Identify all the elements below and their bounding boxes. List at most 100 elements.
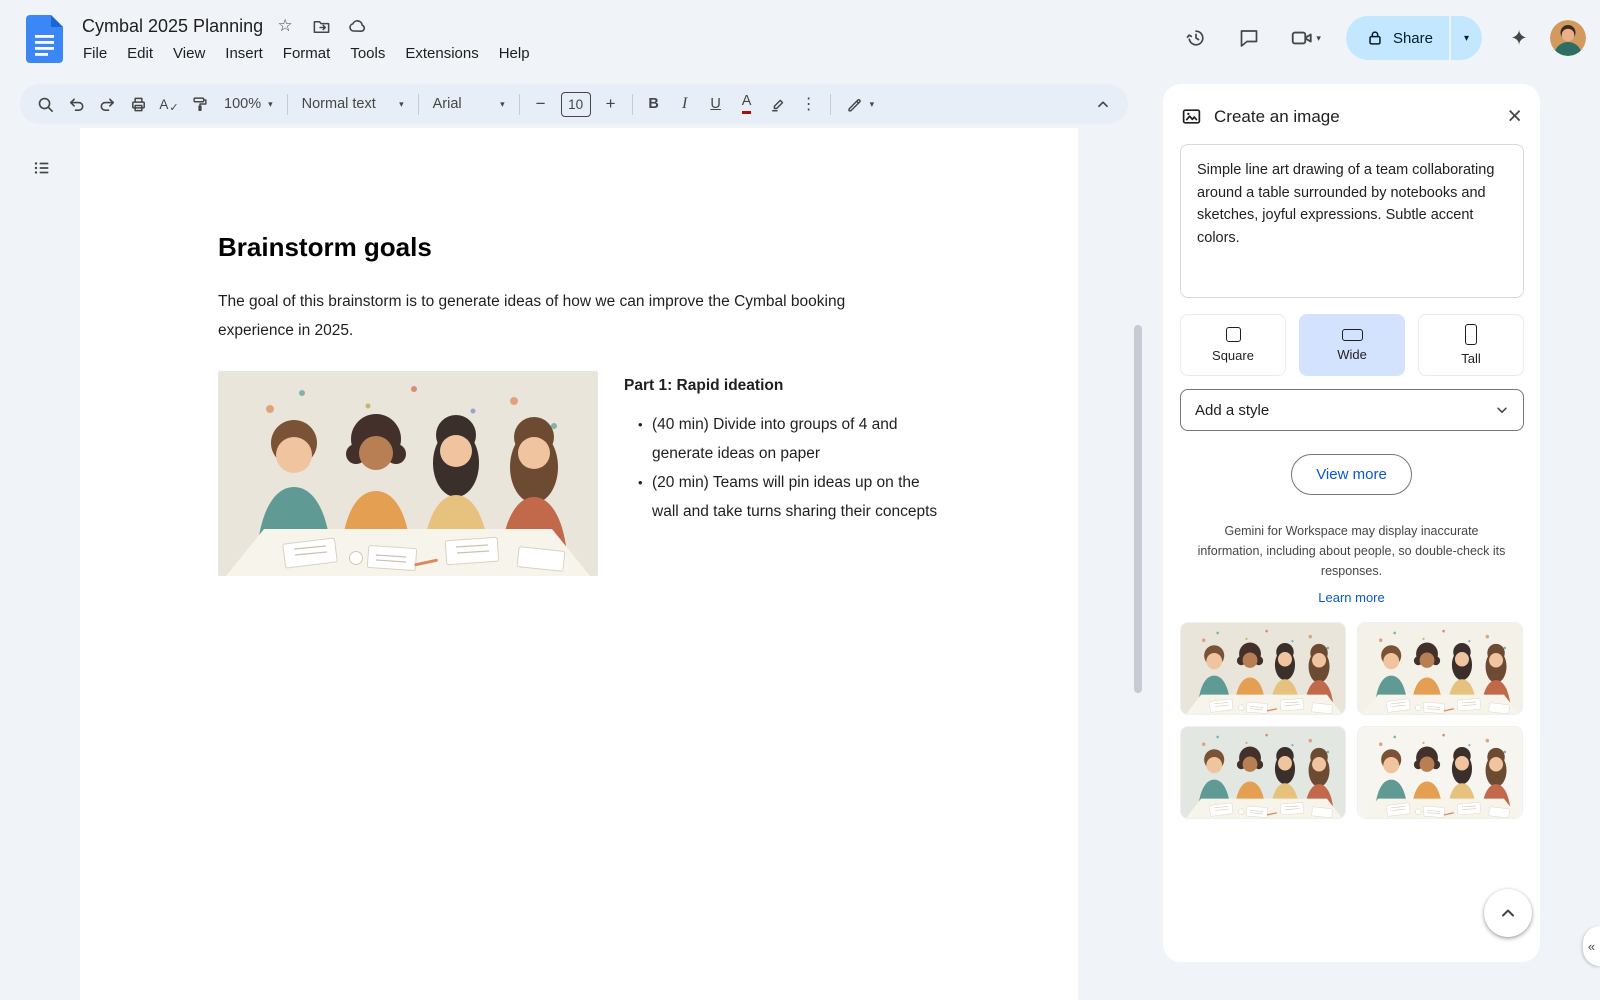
doc-side-text[interactable]: Part 1: Rapid ideation • (40 min) Divide… — [624, 371, 939, 526]
add-style-dropdown[interactable]: Add a style — [1180, 389, 1524, 431]
spellcheck-icon[interactable]: A✓ — [154, 89, 184, 119]
panel-title: Create an image — [1214, 107, 1495, 127]
document-outline-button[interactable] — [22, 148, 62, 188]
menu-help[interactable]: Help — [489, 41, 540, 66]
wide-shape-icon — [1342, 329, 1363, 341]
image-prompt-input[interactable]: Simple line art drawing of a team collab… — [1180, 144, 1524, 298]
create-image-panel: Create an image × Simple line art drawin… — [1163, 84, 1540, 962]
aspect-tall-button[interactable]: Tall — [1418, 314, 1524, 376]
bullet-marker: • — [638, 410, 652, 468]
bullet-text: (40 min) Divide into groups of 4 and gen… — [652, 410, 939, 468]
generated-image-grid — [1180, 622, 1524, 819]
toolbar-divider — [519, 94, 520, 115]
create-image-icon — [1181, 106, 1202, 127]
menu-view[interactable]: View — [163, 41, 215, 66]
generated-image-1[interactable] — [1180, 622, 1346, 715]
search-icon[interactable] — [30, 89, 60, 119]
inline-image[interactable] — [218, 371, 598, 576]
star-icon[interactable]: ☆ — [271, 12, 299, 40]
document-title[interactable]: Cymbal 2025 Planning — [82, 16, 263, 37]
chevron-down-icon: ▾ — [1316, 33, 1321, 44]
doc-heading[interactable]: Brainstorm goals — [218, 232, 1018, 263]
header-actions: ▾ Share ▾ ✦ — [1174, 16, 1586, 60]
cloud-status-icon[interactable] — [343, 12, 371, 40]
document-content: Brainstorm goals The goal of this brains… — [80, 128, 1078, 576]
menu-file[interactable]: File — [73, 41, 117, 66]
generated-image-4[interactable] — [1357, 726, 1523, 819]
list-item: • (20 min) Teams will pin ideas up on th… — [624, 468, 939, 526]
more-options-icon[interactable]: ⋮ — [794, 89, 824, 119]
zoom-select[interactable]: 100%▾ — [216, 89, 281, 119]
square-shape-icon — [1226, 327, 1241, 342]
chevron-down-icon: ▾ — [399, 99, 404, 110]
toolbar-divider — [830, 94, 831, 115]
generated-image-2[interactable] — [1357, 622, 1523, 715]
close-icon[interactable]: × — [1507, 104, 1522, 129]
avatar[interactable] — [1550, 20, 1586, 56]
learn-more-link[interactable]: Learn more — [1163, 590, 1540, 605]
chevron-down-icon: ▾ — [870, 99, 875, 110]
share-button-group: Share ▾ — [1346, 16, 1482, 60]
panel-header: Create an image × — [1163, 84, 1540, 144]
menu-insert[interactable]: Insert — [215, 41, 273, 66]
print-icon[interactable] — [123, 89, 153, 119]
tall-shape-icon — [1465, 324, 1477, 345]
generated-image-3[interactable] — [1180, 726, 1346, 819]
gemini-sparkle-icon[interactable]: ✦ — [1497, 16, 1541, 60]
chevron-down-icon — [1495, 403, 1509, 417]
share-label: Share — [1393, 30, 1433, 47]
paint-format-icon[interactable] — [185, 89, 215, 119]
toolbar-divider — [632, 94, 633, 115]
list-item: • (40 min) Divide into groups of 4 and g… — [624, 410, 939, 468]
doc-image-text-row: Part 1: Rapid ideation • (40 min) Divide… — [218, 371, 1018, 576]
comments-icon[interactable] — [1227, 16, 1271, 60]
document-scrollbar-thumb[interactable] — [1134, 325, 1142, 693]
aspect-square-button[interactable]: Square — [1180, 314, 1286, 376]
bullet-marker: • — [638, 468, 652, 526]
doc-intro-paragraph[interactable]: The goal of this brainstorm is to genera… — [218, 287, 873, 345]
font-family-select[interactable]: Arial▾ — [425, 89, 513, 119]
hide-menus-icon[interactable] — [1088, 89, 1118, 119]
scroll-to-top-button[interactable] — [1484, 889, 1532, 937]
font-size-input[interactable]: 10 — [561, 92, 591, 117]
editing-mode-select[interactable]: ▾ — [837, 89, 883, 119]
share-button[interactable]: Share — [1346, 16, 1449, 60]
italic-button[interactable]: I — [670, 89, 700, 119]
decrease-font-size-icon[interactable]: − — [526, 89, 556, 119]
bold-button[interactable]: B — [639, 89, 669, 119]
toolbar: A✓ 100%▾ Normal text▾ Arial▾ − 10 + B I … — [20, 84, 1128, 124]
collapse-handle[interactable]: « — [1583, 926, 1600, 966]
version-history-icon[interactable] — [1174, 16, 1218, 60]
chevron-down-icon: ▾ — [500, 99, 505, 110]
document-page[interactable]: Brainstorm goals The goal of this brains… — [80, 128, 1078, 1000]
underline-button[interactable]: U — [701, 89, 731, 119]
menu-edit[interactable]: Edit — [117, 41, 163, 66]
chevron-down-icon: ▾ — [268, 99, 273, 110]
paragraph-style-select[interactable]: Normal text▾ — [294, 89, 412, 119]
pen-icon — [845, 95, 863, 113]
undo-icon[interactable] — [61, 89, 91, 119]
toolbar-divider — [418, 94, 419, 115]
increase-font-size-icon[interactable]: + — [596, 89, 626, 119]
aspect-wide-button[interactable]: Wide — [1299, 314, 1405, 376]
aspect-ratio-options: Square Wide Tall — [1180, 314, 1524, 376]
share-dropdown[interactable]: ▾ — [1449, 16, 1482, 60]
menu-bar: File Edit View Insert Format Tools Exten… — [73, 41, 540, 66]
highlight-color-icon[interactable] — [763, 89, 793, 119]
doc-section-title: Part 1: Rapid ideation — [624, 371, 939, 400]
chevron-up-icon — [1498, 903, 1518, 923]
text-color-button[interactable]: A — [732, 89, 762, 119]
menu-format[interactable]: Format — [273, 41, 341, 66]
move-folder-icon[interactable] — [307, 12, 335, 40]
docs-logo-icon[interactable] — [26, 15, 63, 63]
bullet-text: (20 min) Teams will pin ideas up on the … — [652, 468, 939, 526]
menu-extensions[interactable]: Extensions — [395, 41, 488, 66]
title-bar: Cymbal 2025 Planning ☆ — [82, 12, 371, 40]
gemini-disclaimer: Gemini for Workspace may display inaccur… — [1191, 521, 1512, 581]
toolbar-divider — [287, 94, 288, 115]
meet-button[interactable]: ▾ — [1280, 16, 1331, 60]
view-more-button[interactable]: View more — [1291, 454, 1412, 495]
menu-tools[interactable]: Tools — [340, 41, 395, 66]
lock-icon — [1366, 29, 1384, 47]
redo-icon[interactable] — [92, 89, 122, 119]
